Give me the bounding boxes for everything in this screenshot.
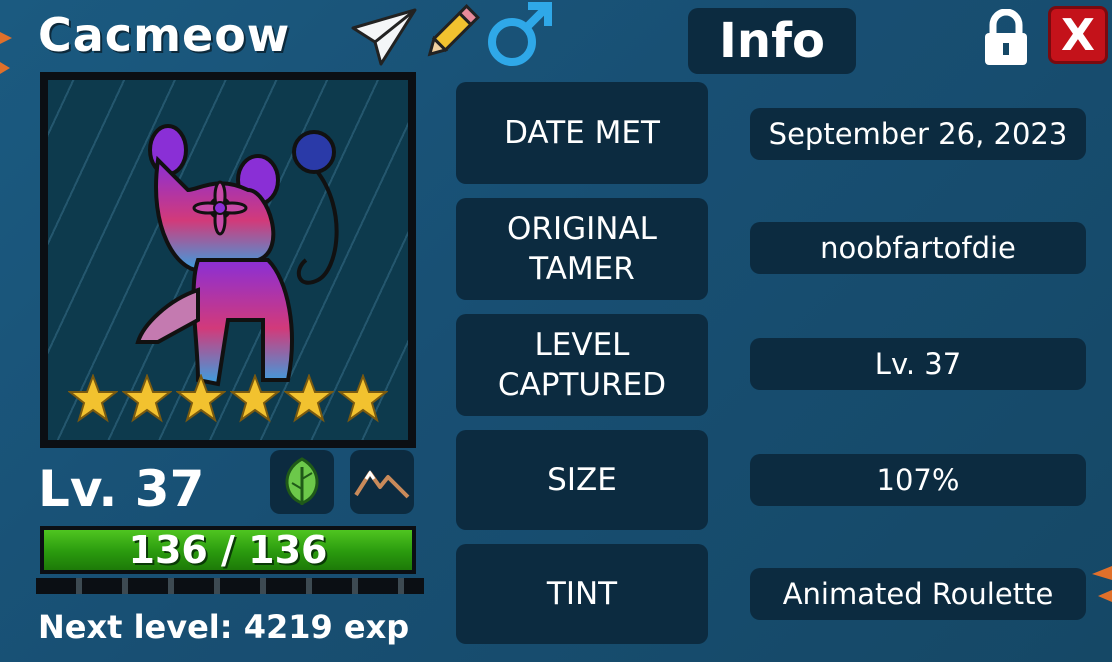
leaf-icon [285,457,319,505]
value-tint: Animated Roulette [750,568,1086,620]
type-badge-grass[interactable] [270,450,334,514]
star-icon [176,374,226,423]
value-level-captured: Lv. 37 [750,338,1086,390]
pencil-icon [427,4,480,57]
rarity-stars [68,374,388,424]
next-level-text: Next level: 4219 exp [38,608,410,646]
rename-pencil-button[interactable] [418,0,484,66]
paper-plane-icon [351,8,417,66]
hp-bar: 136 / 136 [40,526,416,574]
male-gender-icon [484,0,556,70]
star-icon [284,374,334,423]
value-date-met: September 26, 2023 [750,108,1086,160]
type-badge-ground[interactable] [350,450,414,514]
label-date-met: DATE MET [456,82,708,184]
monster-name: Cacmeow [38,8,291,62]
label-size: SIZE [456,430,708,530]
star-icon [338,374,388,423]
label-tint: TINT [456,544,708,644]
send-paper-plane-button[interactable] [350,4,418,68]
edge-arrow-right-icon [1092,566,1112,602]
hp-text: 136 / 136 [128,528,328,572]
lock-button[interactable] [982,8,1030,68]
edge-arrow-left-icon [0,32,12,74]
label-level-captured: LEVEL CAPTURED [456,314,708,416]
star-icon [68,374,118,423]
monster-level: Lv. 37 [38,460,205,518]
star-icon [122,374,172,423]
mountain-icon [354,470,410,499]
value-size: 107% [750,454,1086,506]
exp-bar [36,578,424,594]
tab-info[interactable]: Info [688,8,856,74]
hp-bar-fill: 136 / 136 [44,528,412,572]
label-original-tamer: ORIGINAL TAMER [456,198,708,300]
close-button[interactable]: X [1048,6,1108,64]
star-icon [230,374,280,423]
value-original-tamer: noobfartofdie [750,222,1086,274]
lock-icon [985,9,1027,65]
